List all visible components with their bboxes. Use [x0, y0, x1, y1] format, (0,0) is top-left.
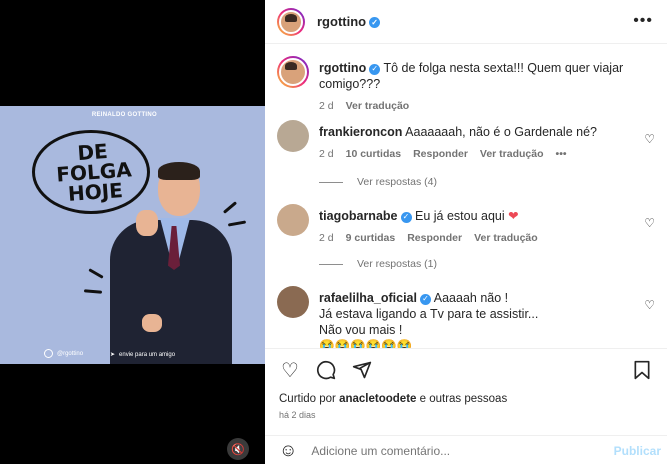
comment-username[interactable]: rafaelilha_oficial: [319, 291, 417, 305]
verified-badge-icon: ✓: [400, 211, 412, 223]
comment-text: Eu já estou aqui: [414, 209, 505, 223]
hair-shape: [158, 162, 200, 180]
comment-more-icon[interactable]: •••: [556, 146, 567, 162]
post-actions: ♡ Curtido por anacletoodete e outras pes…: [265, 348, 667, 464]
post-media-pane: REINALDO GOTTINO DE FOLGA HOJE @rgottino…: [0, 0, 265, 464]
liked-by-text: Curtido por anacletoodete e outras pesso…: [279, 393, 507, 405]
like-comment-heart-icon[interactable]: ♡: [644, 132, 655, 146]
publish-button[interactable]: Publicar: [614, 444, 661, 458]
header-username[interactable]: rgottino ✓: [317, 14, 381, 29]
view-replies-text: Ver respostas (1): [357, 258, 437, 270]
comment-text-line-3: Não vou mais !: [319, 323, 403, 337]
reply-button[interactable]: Responder: [413, 146, 468, 162]
liked-user-link[interactable]: anacletoodete: [339, 393, 416, 405]
comment-time: 2 d: [319, 232, 334, 244]
replies-divider: [319, 263, 343, 265]
presenter-figure: [108, 162, 238, 364]
image-footer-handle: @rgottino: [44, 349, 83, 358]
translate-link[interactable]: Ver tradução: [480, 146, 544, 162]
pointing-hand: [136, 210, 158, 236]
add-comment-bar: ☺ Publicar: [265, 435, 667, 464]
resting-hand: [142, 314, 162, 332]
like-heart-icon[interactable]: ♡: [279, 359, 301, 382]
verified-badge-icon: ✓: [419, 293, 431, 305]
post-image[interactable]: REINALDO GOTTINO DE FOLGA HOJE @rgottino…: [0, 106, 265, 364]
comment-emojis: 😭😭😭😭😭😭: [319, 339, 413, 348]
reply-button[interactable]: Responder: [407, 230, 462, 246]
translate-link[interactable]: Ver tradução: [474, 230, 538, 246]
liked-others-link[interactable]: e outras pessoas: [420, 393, 508, 405]
caption-time: 2 d: [319, 100, 334, 112]
send-icon: ➤: [110, 352, 116, 358]
brand-label: REINALDO GOTTINO: [91, 112, 157, 118]
speaker-muted-icon: 🔇: [231, 443, 245, 456]
avatar[interactable]: [277, 7, 305, 36]
avatar[interactable]: [277, 56, 309, 88]
audio-mute-button[interactable]: 🔇: [227, 438, 249, 460]
post-detail-pane: rgottino ✓ ••• rgottino ✓ Tô de folga nest…: [265, 0, 667, 464]
comments-list[interactable]: rgottino ✓ Tô de folga nesta sexta!!! Que…: [265, 44, 667, 348]
like-comment-heart-icon[interactable]: ♡: [644, 216, 655, 230]
avatar[interactable]: [277, 286, 309, 318]
image-footer-share: ➤ envie para um amigo: [110, 351, 176, 359]
emoji-icon[interactable]: ☺: [279, 440, 297, 461]
spark-mark: [88, 268, 104, 279]
like-comment-heart-icon[interactable]: ♡: [644, 298, 655, 312]
comment-text-line-1: Aaaaah não !: [433, 291, 509, 305]
spark-mark: [83, 289, 103, 294]
comment-text: Aaaaaaah, não é o Gardenale né?: [405, 125, 597, 139]
avatar[interactable]: [277, 120, 309, 152]
more-options-icon[interactable]: •••: [633, 12, 653, 30]
footer-share-text: envie para um amigo: [119, 351, 176, 358]
comment-username[interactable]: tiagobarnabe: [319, 209, 398, 223]
post-header: rgottino ✓ •••: [265, 0, 667, 44]
comment-icon[interactable]: [315, 359, 337, 381]
instagram-icon: [44, 349, 53, 358]
translate-link[interactable]: Ver tradução: [346, 98, 410, 114]
comment-input[interactable]: [311, 443, 592, 458]
view-replies-button[interactable]: Ver respostas (1): [319, 258, 437, 270]
caption-username[interactable]: rgottino: [319, 61, 366, 75]
bookmark-icon[interactable]: [631, 359, 653, 381]
verified-badge-icon: ✓: [369, 17, 381, 28]
comment-likes[interactable]: 10 curtidas: [346, 146, 401, 162]
footer-handle-text: @rgottino: [57, 350, 84, 357]
post-time: há 2 dias: [279, 410, 316, 420]
view-replies-text: Ver respostas (4): [357, 176, 437, 188]
red-heart-icon: ❤: [508, 209, 519, 223]
comment-username[interactable]: frankieroncon: [319, 125, 402, 139]
view-replies-button[interactable]: Ver respostas (4): [319, 176, 437, 188]
comment-text-line-2: Já estava ligando a Tv para te assistir.…: [319, 307, 539, 321]
liked-prefix: Curtido por: [279, 393, 336, 405]
comment-likes[interactable]: 9 curtidas: [346, 230, 396, 246]
replies-divider: [319, 181, 343, 183]
comment-time: 2 d: [319, 148, 334, 160]
share-icon[interactable]: [351, 359, 373, 381]
avatar[interactable]: [277, 204, 309, 236]
verified-badge-icon: ✓: [369, 63, 381, 75]
